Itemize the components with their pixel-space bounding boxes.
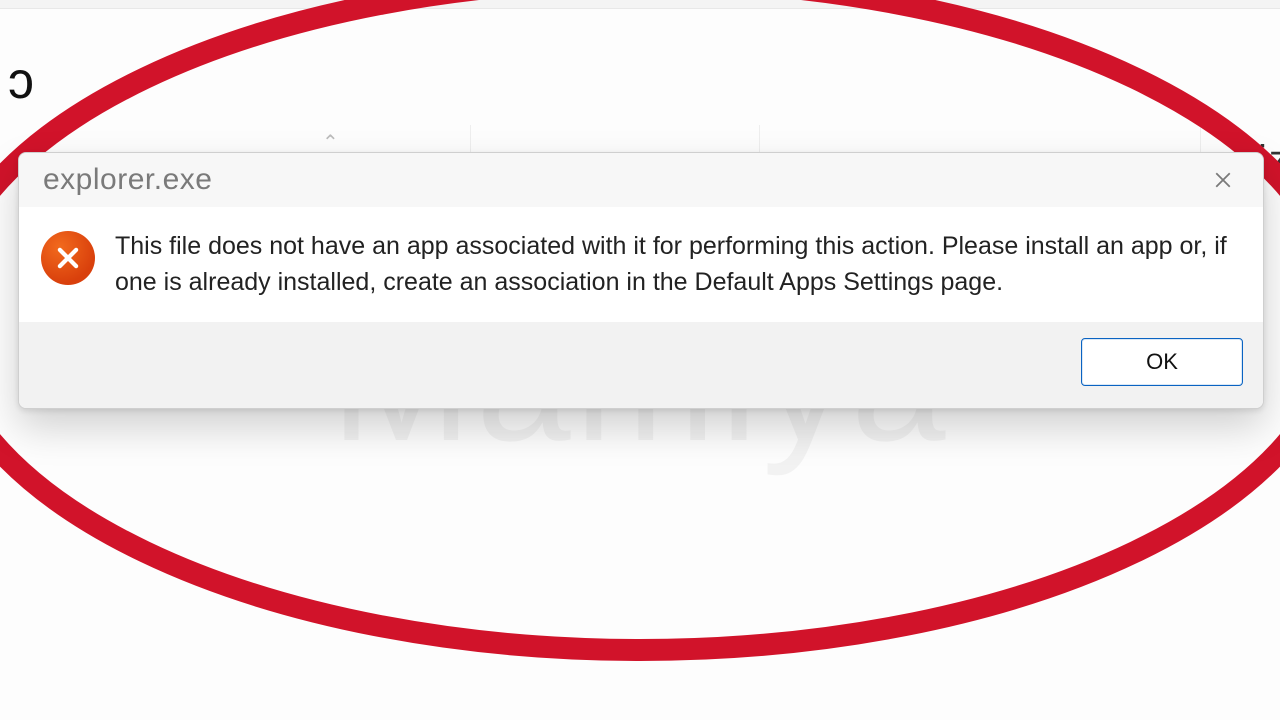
- close-icon: [1214, 171, 1232, 189]
- dialog-message: This file does not have an app associate…: [115, 229, 1233, 300]
- screenshot-canvas: ɔ ⌃ ize Mamiya explorer.exe This file do…: [0, 0, 1280, 720]
- dialog-close-button[interactable]: [1197, 160, 1249, 200]
- error-dialog: explorer.exe This file does not have an …: [18, 152, 1264, 409]
- ok-button[interactable]: OK: [1081, 338, 1243, 386]
- dialog-title: explorer.exe: [43, 163, 1197, 197]
- dialog-footer: OK: [19, 322, 1263, 408]
- dialog-titlebar: explorer.exe: [19, 153, 1263, 207]
- error-icon: [41, 231, 95, 285]
- background-topbar: [0, 0, 1280, 9]
- dialog-body: This file does not have an app associate…: [19, 207, 1263, 322]
- background-glyph: ɔ: [8, 55, 34, 107]
